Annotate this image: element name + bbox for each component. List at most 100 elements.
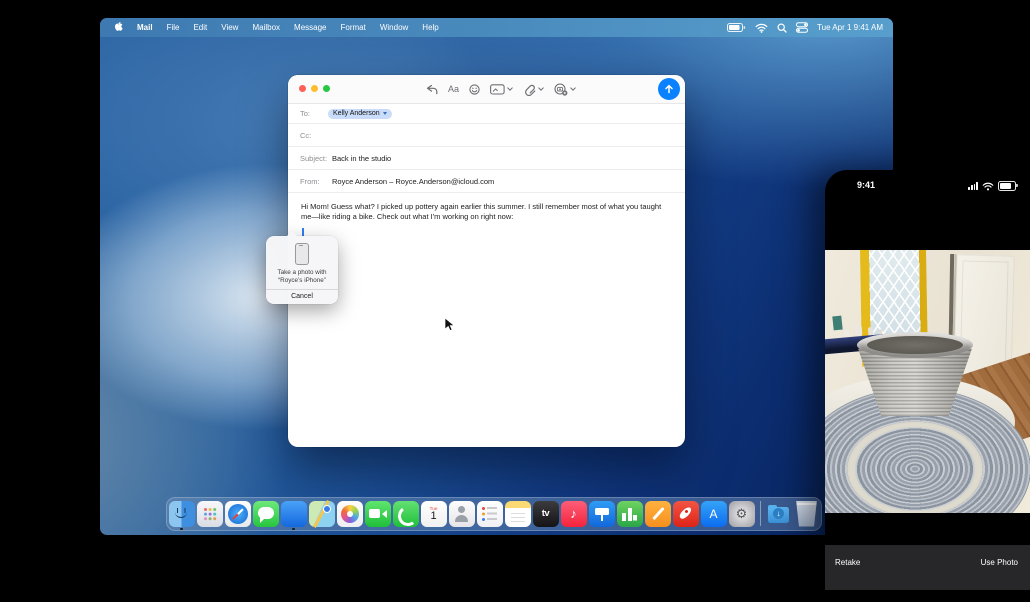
dock-finder-icon[interactable] (169, 501, 195, 527)
menu-item-message[interactable]: Message (294, 23, 326, 32)
dock-trailing: ↓ (766, 501, 820, 527)
dock-system-settings-icon[interactable]: ⚙ (729, 501, 755, 527)
iphone-status-bar: 9:41 (825, 170, 1030, 198)
menu-item-mailbox[interactable]: Mailbox (252, 23, 280, 32)
continuity-camera-icon (554, 83, 568, 96)
chevron-down-icon (538, 87, 544, 91)
dock-reminders-icon[interactable] (477, 501, 503, 527)
wifi-icon (982, 182, 994, 191)
iphone-clock: 9:41 (857, 180, 875, 190)
dock-downloads-icon[interactable]: ↓ (766, 501, 792, 527)
dock-launchpad-icon[interactable] (197, 501, 223, 527)
format-button[interactable]: Aa (448, 84, 459, 94)
dock: Tue1 tv♪ A⚙ ↓ (166, 497, 822, 531)
to-field[interactable]: To: Kelly Anderson (288, 104, 685, 124)
battery-icon[interactable] (727, 23, 746, 32)
compose-toolbar: Aa (288, 75, 685, 104)
dock-phone-icon[interactable] (393, 501, 419, 527)
dock-numbers-icon[interactable] (617, 501, 643, 527)
apple-menu[interactable] (113, 22, 123, 33)
from-field[interactable]: From: Royce Anderson – Royce.Anderson@ic… (288, 170, 685, 193)
menubar-clock[interactable]: Tue Apr 1 9:41 AM (817, 23, 883, 32)
recipient-token[interactable]: Kelly Anderson (328, 109, 392, 119)
use-photo-button[interactable]: Use Photo (981, 558, 1018, 567)
dock-divider (760, 501, 761, 526)
close-button[interactable] (299, 85, 306, 92)
iphone-icon (295, 243, 309, 265)
dock-maps-icon[interactable] (309, 501, 335, 527)
dock-notes-icon[interactable] (505, 501, 531, 527)
dock-pages-icon[interactable] (645, 501, 671, 527)
camera-menu-button[interactable] (554, 83, 576, 96)
dock-photos-icon[interactable] (337, 501, 363, 527)
menu-item-help[interactable]: Help (422, 23, 438, 32)
cc-label: Cc: (300, 131, 326, 140)
attach-file-button[interactable] (523, 83, 544, 96)
paperclip-icon (523, 83, 536, 96)
control-center-icon[interactable] (796, 22, 808, 33)
mac-display: Mail File Edit View Mailbox Message Format Wind… (100, 18, 893, 535)
layout-menu-button[interactable] (490, 84, 513, 95)
recipient-name: Kelly Anderson (333, 110, 380, 117)
dock-music-icon[interactable]: ♪ (561, 501, 587, 527)
dock-contacts-icon[interactable] (449, 501, 475, 527)
emoji-button[interactable] (469, 84, 480, 95)
running-indicator (180, 528, 183, 531)
running-indicator (292, 528, 295, 531)
from-label: From: (300, 177, 332, 186)
cc-field[interactable]: Cc: (288, 124, 685, 147)
continuity-camera-popover: Take a photo with “Royce’s iPhone” Cance… (266, 236, 338, 304)
iphone-panel: 9:41 Retake Use Photo (825, 170, 1030, 602)
dock-tv-icon[interactable]: tv (533, 501, 559, 527)
to-label: To: (300, 109, 326, 118)
dock-messages-icon[interactable] (253, 501, 279, 527)
cellular-signal-icon (968, 182, 978, 190)
minimize-button[interactable] (311, 85, 318, 92)
menubar-menus: Mail File Edit View Mailbox Message Format Wind… (137, 23, 439, 32)
layout-icon (490, 84, 505, 95)
send-arrow-icon (663, 83, 675, 95)
menu-item-mail[interactable]: Mail (137, 23, 153, 32)
spotlight-search-icon[interactable] (777, 23, 787, 33)
mouse-pointer (444, 317, 455, 332)
menu-item-window[interactable]: Window (380, 23, 408, 32)
from-value: Royce Anderson – Royce.Anderson@icloud.c… (332, 177, 494, 186)
dock-keynote-icon[interactable] (589, 501, 615, 527)
battery-icon (998, 181, 1016, 191)
apple-icon (113, 22, 123, 33)
menu-item-file[interactable]: File (167, 23, 180, 32)
dock-facetime-icon[interactable] (365, 501, 391, 527)
dock-apps: Tue1 tv♪ A⚙ (169, 501, 755, 527)
menu-item-format[interactable]: Format (341, 23, 366, 32)
undo-icon (425, 84, 438, 95)
undo-button[interactable] (425, 84, 438, 95)
zoom-button[interactable] (323, 85, 330, 92)
dock-trash-icon[interactable] (794, 501, 820, 527)
subject-value: Back in the studio (332, 154, 391, 163)
emoji-icon (469, 84, 480, 95)
dock-safari-icon[interactable] (225, 501, 251, 527)
menubar: Mail File Edit View Mailbox Message Format Wind… (100, 18, 893, 37)
menu-item-edit[interactable]: Edit (193, 23, 207, 32)
message-body[interactable]: Hi Mom! Guess what? I picked up pottery … (288, 193, 685, 237)
chevron-down-icon (507, 87, 513, 91)
menu-item-view[interactable]: View (221, 23, 238, 32)
dock-rocket-icon[interactable] (673, 501, 699, 527)
subject-label: Subject: (300, 154, 332, 163)
mail-compose-window: Aa (288, 75, 685, 447)
subject-field[interactable]: Subject: Back in the studio (288, 147, 685, 170)
dock-mail-icon[interactable] (281, 501, 307, 527)
token-chevron-icon (383, 112, 387, 115)
format-aa-label: Aa (448, 84, 459, 94)
dock-app-store-icon[interactable]: A (701, 501, 727, 527)
camera-photo-preview (825, 250, 1030, 513)
popover-title: Take a photo with “Royce’s iPhone” (266, 269, 338, 284)
cancel-button[interactable]: Cancel (266, 290, 338, 304)
clay-pot-rim (857, 332, 973, 358)
wifi-icon[interactable] (755, 23, 768, 33)
dock-calendar-icon[interactable]: Tue1 (421, 501, 447, 527)
camera-action-bar: Retake Use Photo (825, 545, 1030, 590)
chevron-down-icon (570, 87, 576, 91)
retake-button[interactable]: Retake (835, 558, 860, 567)
send-button[interactable] (658, 78, 680, 100)
